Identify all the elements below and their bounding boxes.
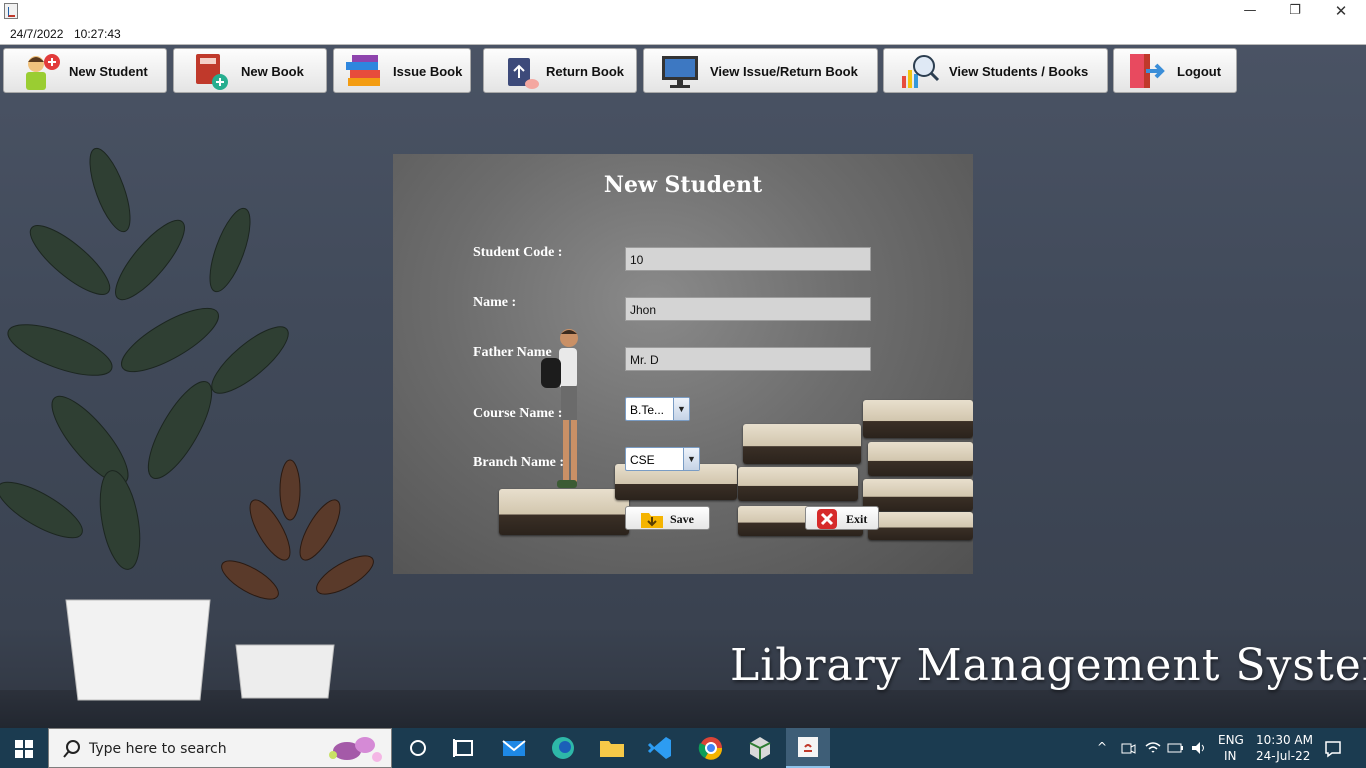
student-code-label: Student Code : [473,245,563,260]
new-student-button[interactable]: New Student [3,48,167,93]
edge-browser-icon[interactable] [549,734,577,762]
clock-time[interactable]: 10:30 AM [1256,733,1313,747]
maximize-button[interactable]: ❐ [1272,2,1318,22]
taskbar-search-box[interactable]: Type here to search [48,728,392,768]
save-folder-icon [641,513,663,528]
chrome-icon[interactable] [697,734,725,762]
netbeans-icon[interactable] [746,734,774,762]
chevron-down-icon[interactable]: ▼ [673,398,689,420]
book-illustration [743,424,861,464]
magnifier-chart-icon [902,55,940,88]
student-code-field[interactable]: 10 [625,247,871,271]
return-book-icon [508,58,539,89]
java-app-icon [4,3,18,19]
windows-start-icon[interactable] [15,740,33,758]
logout-label: Logout [1177,64,1222,79]
father-name-label: Father Name [473,345,552,360]
return-book-label: Return Book [546,64,624,79]
branch-name-label: Branch Name : [473,455,564,470]
volume-icon[interactable] [1190,740,1208,756]
monitor-icon [662,56,698,88]
branch-name-value: CSE [630,453,655,467]
java-taskbar-button[interactable] [786,728,830,768]
branch-name-dropdown[interactable]: CSE ▼ [625,447,700,471]
chevron-down-icon[interactable]: ▼ [683,448,699,470]
search-highlight-icon [329,737,382,762]
minimize-button[interactable]: — [1227,2,1273,22]
mail-icon[interactable] [500,734,528,762]
wifi-icon[interactable] [1144,740,1162,756]
task-view-icon[interactable] [450,734,478,762]
view-issue-return-button[interactable]: View Issue/Return Book [643,48,878,93]
logout-button[interactable]: Logout [1113,48,1237,93]
region-indicator[interactable]: IN [1224,749,1237,763]
cortana-icon[interactable] [404,734,432,762]
issue-book-button[interactable]: Issue Book [333,48,471,93]
return-book-button[interactable]: Return Book [483,48,637,93]
book-illustration [863,479,973,511]
book-illustration [738,467,858,501]
view-issue-return-label: View Issue/Return Book [710,64,858,79]
book-illustration [868,442,973,476]
language-indicator[interactable]: ENG [1218,733,1244,747]
logout-door-icon [1130,54,1165,88]
new-book-label: New Book [241,64,304,79]
taskbar: Type here to search ^ ENG IN 10:30 AM 24… [0,728,1366,768]
book-stack-icon [346,55,380,86]
new-book-button[interactable]: New Book [173,48,327,93]
status-date: 24/7/2022 [10,27,64,41]
notification-icon[interactable] [1324,740,1342,758]
course-name-label: Course Name : [473,406,563,421]
exit-button[interactable]: Exit [805,506,879,530]
battery-icon[interactable] [1166,740,1184,756]
search-placeholder: Type here to search [89,741,227,757]
add-student-icon [26,54,60,90]
view-students-books-button[interactable]: View Students / Books [883,48,1108,93]
window-titlebar: — ❐ ✕ [0,0,1366,24]
issue-book-label: Issue Book [393,64,463,79]
vscode-icon[interactable] [646,734,674,762]
close-button[interactable]: ✕ [1318,2,1364,22]
file-explorer-icon[interactable] [598,734,626,762]
new-student-form-panel: New Student Student Code : 10 Name : Jho… [393,154,973,574]
brand-title: Library Management System. [730,640,1366,691]
save-label: Save [670,512,694,526]
book-illustration [868,512,973,540]
new-student-label: New Student [69,64,148,79]
course-name-value: B.Te... [630,403,665,417]
clock-date[interactable]: 24-Jul-22 [1256,749,1310,763]
form-title: New Student [603,172,763,198]
name-field[interactable]: Jhon [625,297,871,321]
meet-now-icon[interactable] [1120,740,1136,756]
status-datetime-bar: 24/7/2022 10:27:43 [0,24,1366,45]
java-icon [798,737,818,757]
father-name-field[interactable]: Mr. D [625,347,871,371]
view-students-books-label: View Students / Books [949,64,1089,79]
book-illustration [863,400,973,438]
chevron-up-icon[interactable]: ^ [1097,740,1107,754]
course-name-dropdown[interactable]: B.Te... ▼ [625,397,690,421]
save-button[interactable]: Save [625,506,710,530]
exit-x-icon [817,509,837,529]
status-time: 10:27:43 [74,27,121,41]
search-icon [63,740,80,758]
plant-illustration [0,147,374,701]
exit-label: Exit [846,512,868,526]
name-label: Name : [473,295,517,310]
add-book-icon [196,54,228,90]
